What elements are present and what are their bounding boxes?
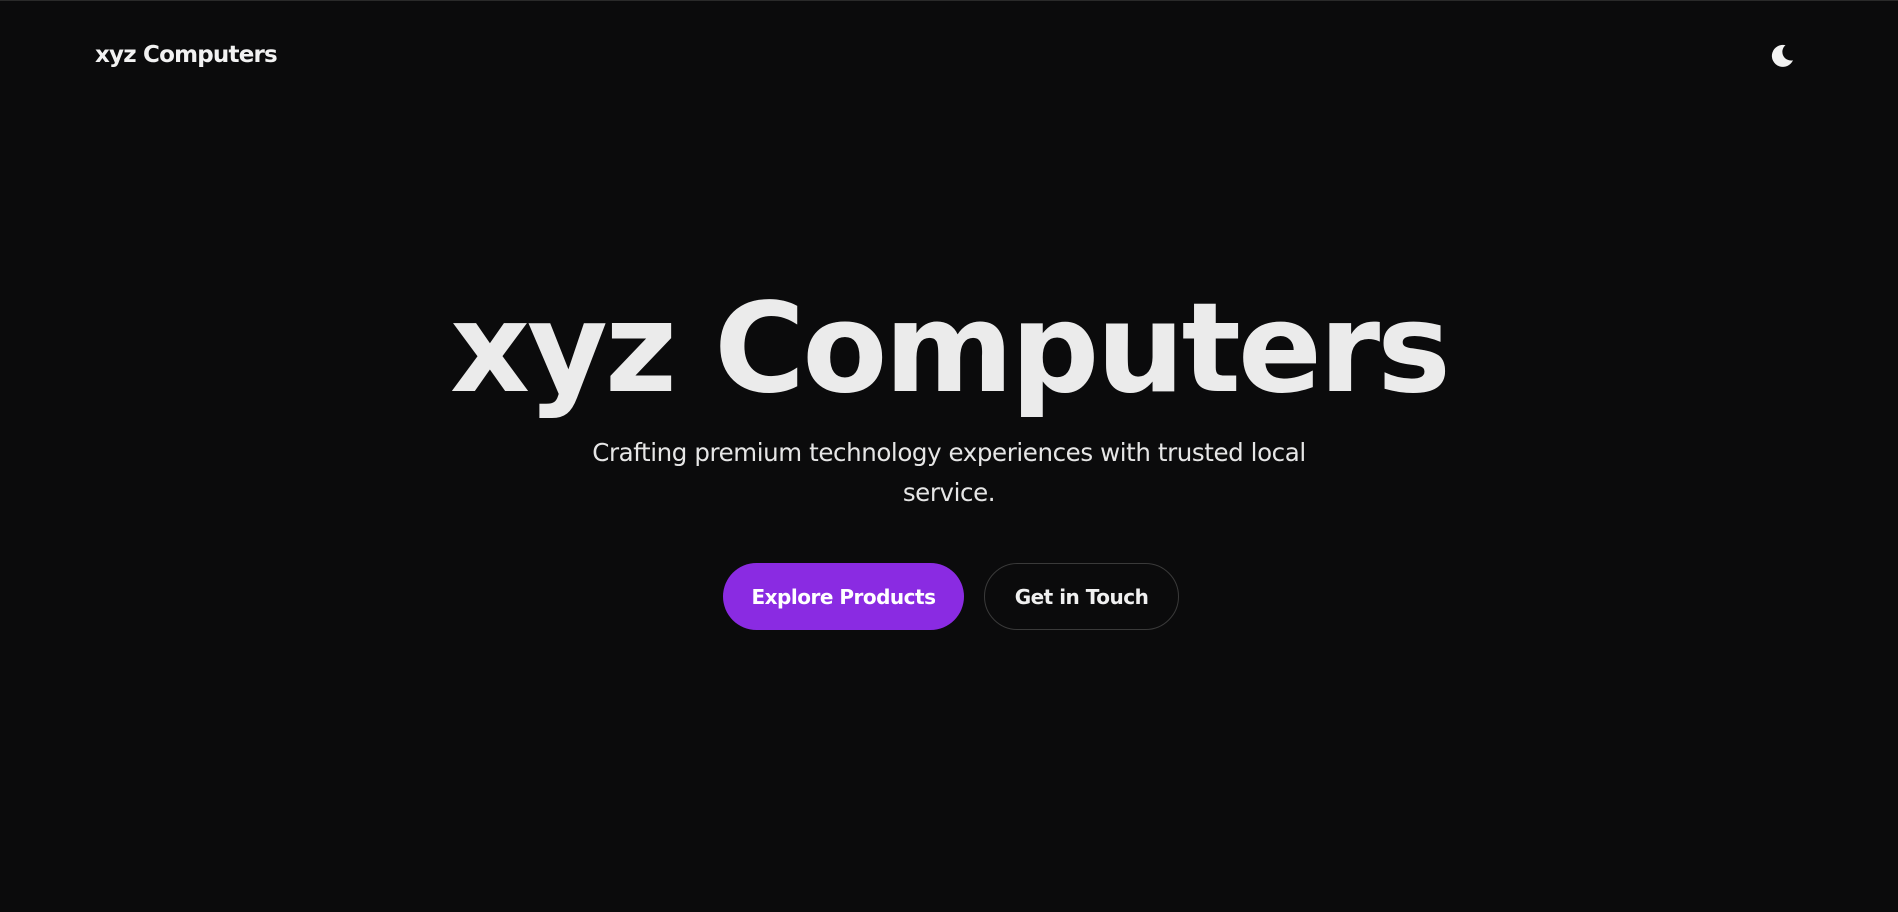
hero-subtitle: Crafting premium technology experiences … (592, 438, 1306, 507)
theme-toggle-button[interactable] (1764, 38, 1800, 74)
explore-products-button[interactable]: Explore Products (723, 563, 964, 630)
hero-title: xyz Computers (450, 277, 1451, 421)
get-in-touch-button[interactable]: Get in Touch (984, 563, 1179, 630)
moon-icon (1771, 44, 1793, 67)
site-logo[interactable]: xyz Computers (95, 42, 278, 68)
site-header: xyz Computers (0, 0, 1898, 115)
